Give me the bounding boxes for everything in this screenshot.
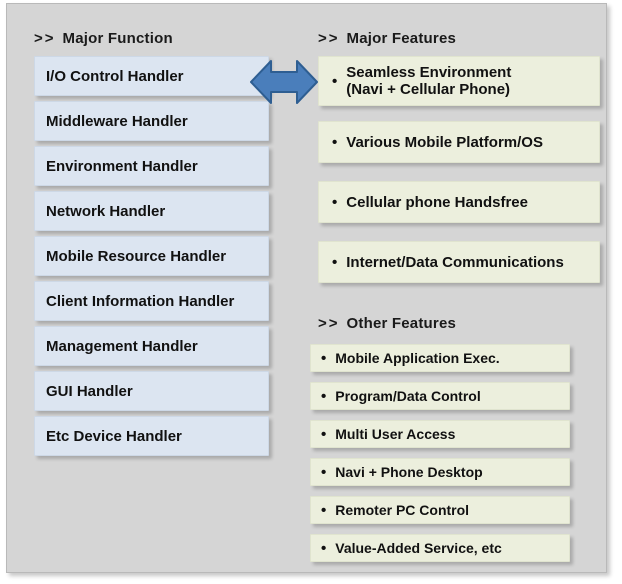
major-function-header-label: Major Function [62, 30, 173, 47]
function-box-mobile-resource-handler[interactable]: Mobile Resource Handler [34, 236, 269, 276]
bullet-icon: • [321, 425, 327, 443]
function-box-etc-device-handler[interactable]: Etc Device Handler [34, 416, 269, 456]
major-function-header: >> Major Function [34, 30, 173, 47]
function-box-label: I/O Control Handler [46, 67, 184, 85]
feature-box-label: Various Mobile Platform/OS [346, 133, 543, 151]
function-box-network-handler[interactable]: Network Handler [34, 191, 269, 231]
other-feature-box-label: Multi User Access [335, 426, 456, 442]
major-features-header: >> Major Features [318, 30, 456, 47]
bullet-icon: • [332, 193, 338, 211]
double-headed-arrow-icon [249, 56, 319, 108]
bullet-icon: • [321, 349, 327, 367]
function-box-io-control-handler[interactable]: I/O Control Handler [34, 56, 269, 96]
function-box-label: Network Handler [46, 202, 166, 220]
bullet-icon: • [321, 387, 327, 405]
other-feature-box-remoter-pc-control[interactable]: • Remoter PC Control [310, 496, 570, 524]
function-box-label: Environment Handler [46, 157, 198, 175]
other-feature-box-label: Program/Data Control [335, 388, 481, 404]
other-feature-box-label: Mobile Application Exec. [335, 350, 500, 366]
function-box-middleware-handler[interactable]: Middleware Handler [34, 101, 269, 141]
chevron-icon: >> [318, 30, 340, 47]
bullet-icon: • [332, 133, 338, 151]
function-box-label: Middleware Handler [46, 112, 188, 130]
other-features-header-label: Other Features [346, 315, 457, 332]
other-feature-box-mobile-application-exec[interactable]: • Mobile Application Exec. [310, 344, 570, 372]
diagram-panel: >> Major Function I/O Control Handler Mid… [6, 3, 607, 573]
other-features-header: >> Other Features [318, 315, 456, 332]
function-box-label: GUI Handler [46, 382, 133, 400]
function-box-label: Mobile Resource Handler [46, 247, 227, 265]
function-box-label: Client Information Handler [46, 292, 235, 310]
feature-box-label: Internet/Data Communications [346, 253, 564, 271]
feature-box-various-mobile-platform[interactable]: • Various Mobile Platform/OS [318, 121, 600, 163]
feature-box-cellular-phone-handsfree[interactable]: • Cellular phone Handsfree [318, 181, 600, 223]
other-feature-box-navi-phone-desktop[interactable]: • Navi + Phone Desktop [310, 458, 570, 486]
other-feature-box-label: Value-Added Service, etc [335, 540, 502, 556]
other-feature-box-label: Remoter PC Control [335, 502, 470, 518]
feature-box-label: Seamless Environment [346, 64, 512, 81]
function-box-environment-handler[interactable]: Environment Handler [34, 146, 269, 186]
bullet-icon: • [321, 539, 327, 557]
feature-box-internet-data-communications[interactable]: • Internet/Data Communications [318, 241, 600, 283]
function-box-gui-handler[interactable]: GUI Handler [34, 371, 269, 411]
other-feature-box-program-data-control[interactable]: • Program/Data Control [310, 382, 570, 410]
other-feature-box-value-added-service[interactable]: • Value-Added Service, etc [310, 534, 570, 562]
feature-box-seamless-environment[interactable]: • Seamless Environment (Navi + Cellular … [318, 56, 600, 106]
bullet-icon: • [332, 72, 338, 90]
function-box-client-information-handler[interactable]: Client Information Handler [34, 281, 269, 321]
other-feature-box-multi-user-access[interactable]: • Multi User Access [310, 420, 570, 448]
chevron-icon: >> [318, 315, 340, 332]
function-box-label: Etc Device Handler [46, 427, 182, 445]
major-features-header-label: Major Features [346, 30, 457, 47]
function-box-label: Management Handler [46, 337, 198, 355]
bullet-icon: • [321, 463, 327, 481]
other-feature-box-label: Navi + Phone Desktop [335, 464, 483, 480]
diagram-root: >> Major Function I/O Control Handler Mid… [0, 0, 622, 584]
function-box-management-handler[interactable]: Management Handler [34, 326, 269, 366]
bullet-icon: • [332, 253, 338, 271]
feature-box-sublabel: (Navi + Cellular Phone) [346, 81, 511, 98]
bullet-icon: • [321, 501, 327, 519]
feature-box-label: Cellular phone Handsfree [346, 193, 528, 211]
chevron-icon: >> [34, 30, 56, 47]
